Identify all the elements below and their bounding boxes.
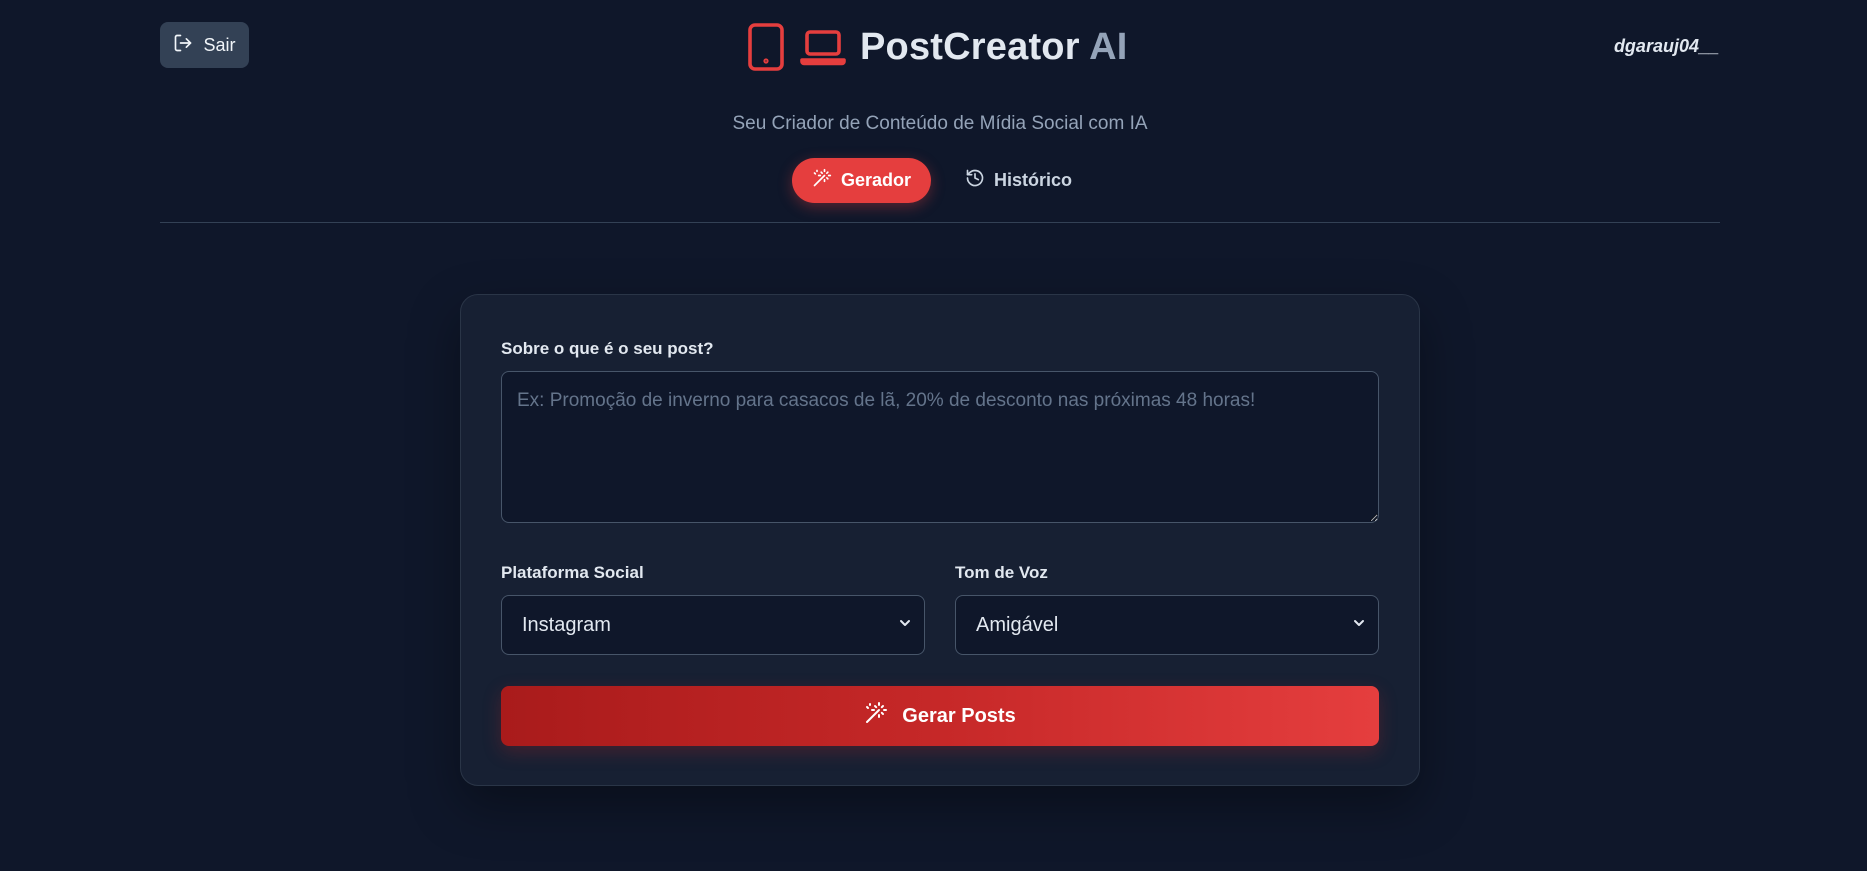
tone-select[interactable]: Amigável <box>955 595 1379 655</box>
logout-button[interactable]: Sair <box>160 22 249 68</box>
smartphone-icon <box>746 22 786 72</box>
brand-title: PostCreator AI <box>860 28 1127 66</box>
page-subtitle: Seu Criador de Conteúdo de Mídia Social … <box>732 113 1148 134</box>
header-divider <box>160 222 1720 223</box>
chevron-down-icon <box>898 616 912 635</box>
laptop-icon <box>800 27 846 67</box>
tab-generator-label: Gerador <box>841 170 912 190</box>
platform-select[interactable]: Instagram <box>501 595 925 655</box>
history-icon <box>965 168 985 193</box>
magic-wand-icon <box>864 701 888 731</box>
app-page: Sair PostCreator AI dgarauj04__ Seu Cria… <box>0 0 1867 871</box>
tab-history[interactable]: Histórico <box>955 158 1082 203</box>
generate-posts-label: Gerar Posts <box>902 704 1016 727</box>
magic-wand-icon <box>812 168 832 193</box>
username: dgarauj04__ <box>1613 36 1719 56</box>
topic-label: Sobre o que é o seu post? <box>501 339 714 358</box>
post-generator-card: Sobre o que é o seu post? Plataforma Soc… <box>460 294 1420 786</box>
tone-select-value: Amigável <box>976 613 1059 636</box>
tab-history-label: Histórico <box>994 170 1073 190</box>
generate-posts-button[interactable]: Gerar Posts <box>501 686 1379 746</box>
chevron-down-icon <box>1352 616 1366 635</box>
platform-select-value: Instagram <box>522 613 611 636</box>
platform-label: Plataforma Social <box>501 563 644 582</box>
brand-title-main: PostCreator <box>860 26 1080 68</box>
brand-title-ai: AI <box>1089 26 1128 68</box>
brand-logo: PostCreator AI <box>746 22 1127 72</box>
logout-icon <box>173 33 193 58</box>
tab-bar: Gerador Histórico <box>792 158 1082 203</box>
tab-generator[interactable]: Gerador <box>792 158 932 203</box>
logout-label: Sair <box>203 34 236 55</box>
topic-textarea[interactable] <box>501 371 1379 523</box>
tone-label: Tom de Voz <box>955 563 1048 582</box>
